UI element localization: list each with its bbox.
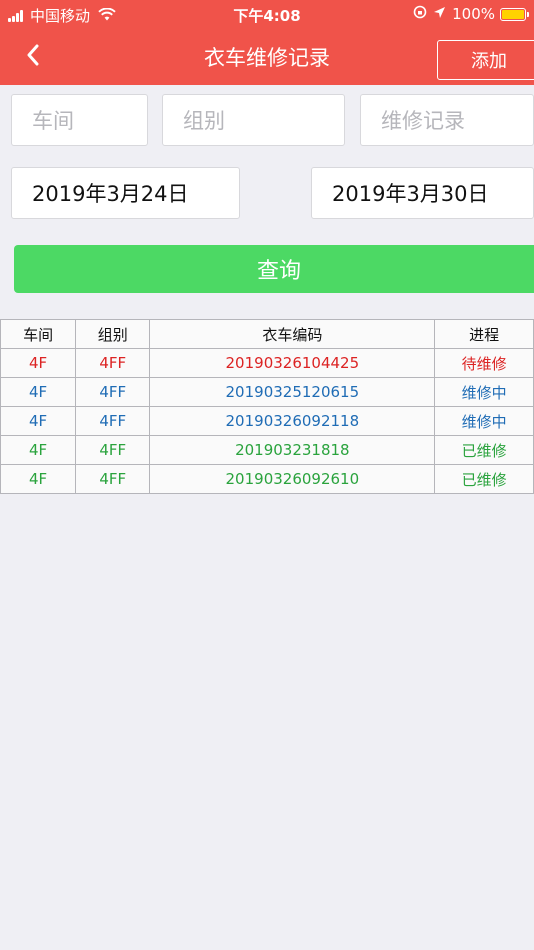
column-header-group: 组别 [75, 319, 151, 349]
add-button[interactable]: 添加 [437, 40, 534, 80]
status-bar: 中国移动 下午4:08 100% [0, 0, 534, 28]
code-cell: 20190325120615 [149, 377, 436, 407]
status-cell: 待维修 [434, 348, 534, 378]
group-cell: 4FF [75, 435, 151, 465]
status-cell: 维修中 [434, 377, 534, 407]
repair-records-table: 车间 组别 衣车编码 进程 4F 4FF 20190326104425 待维修 … [0, 319, 534, 494]
group-field[interactable]: 组别 [162, 94, 345, 146]
table-row[interactable]: 4F 4FF 20190326092610 已维修 [0, 464, 534, 494]
status-cell: 维修中 [434, 406, 534, 436]
group-cell: 4FF [75, 406, 151, 436]
repair-record-field[interactable]: 维修记录 [360, 94, 534, 146]
location-icon [433, 5, 446, 23]
battery-percent: 100% [452, 5, 495, 23]
start-date-field[interactable]: 2019年3月24日 [11, 167, 240, 219]
workshop-cell: 4F [0, 348, 77, 378]
query-button[interactable]: 查询 [14, 245, 534, 293]
end-date-field[interactable]: 2019年3月30日 [311, 167, 534, 219]
lock-rotation-icon [413, 5, 427, 23]
code-cell: 20190326092118 [149, 406, 436, 436]
table-row[interactable]: 4F 4FF 20190326104425 待维修 [0, 348, 534, 378]
group-cell: 4FF [75, 348, 151, 378]
battery-icon [500, 7, 529, 21]
table-row[interactable]: 4F 4FF 20190325120615 维修中 [0, 377, 534, 407]
group-cell: 4FF [75, 464, 151, 494]
status-cell: 已维修 [434, 435, 534, 465]
workshop-cell: 4F [0, 406, 77, 436]
column-header-status: 进程 [434, 319, 534, 349]
column-header-workshop: 车间 [0, 319, 77, 349]
workshop-cell: 4F [0, 377, 77, 407]
code-cell: 20190326092610 [149, 464, 436, 494]
group-cell: 4FF [75, 377, 151, 407]
workshop-field[interactable]: 车间 [11, 94, 148, 146]
table-header-row: 车间 组别 衣车编码 进程 [0, 319, 534, 349]
status-cell: 已维修 [434, 464, 534, 494]
table-row[interactable]: 4F 4FF 201903231818 已维修 [0, 435, 534, 465]
column-header-code: 衣车编码 [149, 319, 436, 349]
workshop-cell: 4F [0, 435, 77, 465]
table-row[interactable]: 4F 4FF 20190326092118 维修中 [0, 406, 534, 436]
nav-header: 中国移动 下午4:08 100% 衣车维修记录 添加 [0, 0, 534, 85]
code-cell: 20190326104425 [149, 348, 436, 378]
workshop-cell: 4F [0, 464, 77, 494]
code-cell: 201903231818 [149, 435, 436, 465]
